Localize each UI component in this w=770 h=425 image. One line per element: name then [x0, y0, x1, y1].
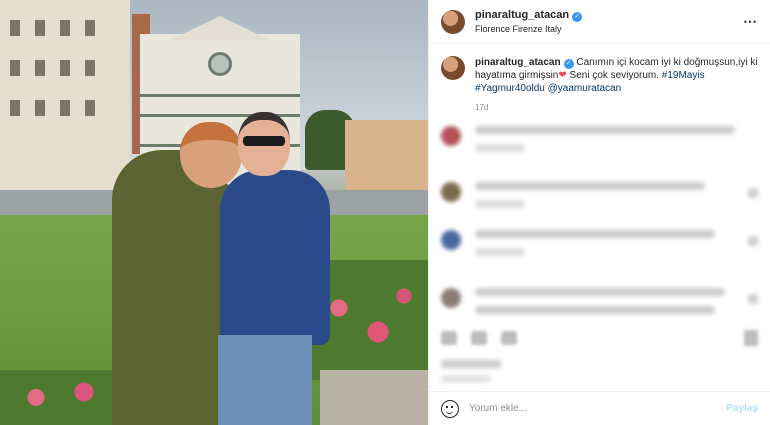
comment-bar: Paylaş — [429, 391, 770, 425]
post-comment-button[interactable]: Paylaş — [726, 403, 758, 414]
header-location[interactable]: Florence Firenze Italy — [475, 22, 743, 36]
comment-input[interactable] — [469, 403, 727, 414]
hashtag-link[interactable]: #19Mayis — [662, 70, 705, 81]
comment-avatar — [441, 288, 461, 308]
photo-woman-head — [180, 122, 242, 188]
post-photo[interactable] — [0, 0, 428, 425]
mention-link[interactable]: @yaamuratacan — [548, 83, 622, 94]
photo-building-right — [345, 120, 428, 190]
comment-avatar — [441, 182, 461, 202]
photo-sunglasses — [243, 136, 285, 146]
caption-text-2: Seni çok seviyorum. — [569, 70, 660, 81]
photo-flowerbed-left — [0, 370, 120, 425]
like-icon[interactable] — [441, 331, 457, 345]
more-options-icon[interactable]: ⋯ — [743, 13, 758, 30]
avatar[interactable] — [441, 9, 465, 34]
heart-emoji: ❤ — [558, 70, 567, 81]
photo-building-left — [0, 0, 130, 190]
comment-avatar — [441, 230, 461, 250]
photo-woman-coat — [112, 150, 230, 425]
post-header: pinaraltug_atacan ✓ Florence Firenze Ital… — [429, 0, 770, 44]
likes-count-blurred — [441, 360, 501, 368]
photo-man-jeans — [218, 335, 312, 425]
comment-row — [441, 230, 758, 266]
comment-like-icon[interactable] — [748, 294, 758, 304]
comment-row — [441, 288, 758, 324]
photo-man-hoodie — [220, 170, 330, 345]
bookmark-icon[interactable] — [744, 330, 758, 346]
caption-age: 17d — [475, 103, 489, 112]
caption-verified-badge-icon: ✓ — [563, 59, 574, 69]
share-icon[interactable] — [501, 331, 517, 345]
comment-row — [441, 182, 758, 218]
verified-badge-icon: ✓ — [572, 12, 583, 22]
caption: pinaraltug_atacan ✓ Canımın içi kocam iyi… — [429, 44, 770, 114]
post-side-panel: pinaraltug_atacan ✓ Florence Firenze Ital… — [428, 0, 770, 425]
emoji-icon[interactable] — [441, 399, 459, 418]
comment-row — [441, 126, 758, 162]
post-actions — [441, 330, 758, 346]
comment-avatar — [441, 126, 461, 146]
photo-path — [320, 370, 428, 425]
comment-like-icon[interactable] — [748, 236, 758, 246]
hashtag-link[interactable]: #Yagmur40oldu — [475, 83, 545, 94]
comment-like-icon[interactable] — [748, 188, 758, 198]
caption-username[interactable]: pinaraltug_atacan — [475, 57, 561, 68]
caption-avatar[interactable] — [441, 56, 465, 80]
comment-icon[interactable] — [471, 331, 487, 345]
header-username[interactable]: pinaraltug_atacan — [475, 9, 569, 21]
post-date-blurred — [441, 376, 491, 382]
